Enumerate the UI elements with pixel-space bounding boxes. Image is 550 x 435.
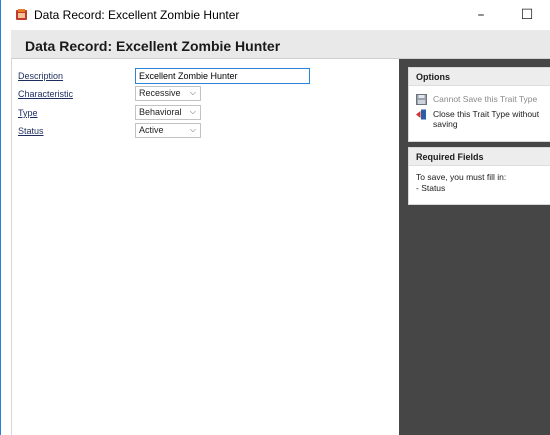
page-header: Data Record: Excellent Zombie Hunter (11, 30, 550, 59)
chevron-down-icon: ⌵ (189, 88, 196, 97)
minimize-button[interactable]: – (458, 0, 504, 30)
save-option-label: Cannot Save this Trait Type (433, 94, 538, 104)
required-fields-card: Required Fields To save, you must fill i… (408, 147, 550, 205)
chevron-down-icon: ⌵ (189, 107, 196, 116)
close-option[interactable]: Close this Trait Type without saving (416, 109, 546, 129)
title-bar[interactable]: Data Record: Excellent Zombie Hunter – ☐… (1, 0, 550, 30)
close-option-label[interactable]: Close this Trait Type without saving (433, 109, 546, 129)
status-value: Active (139, 125, 164, 135)
characteristic-value: Recessive (139, 88, 181, 98)
required-line-2: - Status (416, 183, 446, 193)
type-value: Behavioral (139, 107, 182, 117)
app-icon (16, 9, 27, 20)
save-disk-icon (416, 94, 427, 105)
type-label[interactable]: Type (18, 108, 38, 118)
save-option: Cannot Save this Trait Type (416, 94, 537, 105)
required-fields-text: To save, you must fill in: - Status (416, 172, 506, 194)
page-title: Data Record: Excellent Zombie Hunter (25, 38, 281, 54)
chevron-down-icon: ⌵ (189, 125, 196, 134)
app-window: Data Record: Excellent Zombie Hunter – ☐… (0, 0, 550, 435)
side-panel: Options Cannot Save this Trait Type Clos… (399, 59, 550, 435)
status-select[interactable]: Active ⌵ (135, 123, 201, 138)
left-margin (1, 59, 12, 435)
close-door-icon (416, 109, 426, 120)
required-fields-title: Required Fields (409, 148, 550, 166)
characteristic-label[interactable]: Characteristic (18, 89, 73, 99)
close-window-button[interactable]: ✕ (537, 0, 550, 30)
description-label[interactable]: Description (18, 71, 63, 81)
options-card: Options Cannot Save this Trait Type Clos… (408, 67, 550, 142)
characteristic-select[interactable]: Recessive ⌵ (135, 86, 201, 101)
status-label[interactable]: Status (18, 126, 44, 136)
required-line-1: To save, you must fill in: (416, 172, 507, 182)
type-select[interactable]: Behavioral ⌵ (135, 105, 201, 120)
options-title: Options (409, 68, 550, 86)
description-input[interactable] (135, 68, 310, 84)
window-title: Data Record: Excellent Zombie Hunter (34, 8, 240, 22)
record-form: Description Characteristic Recessive ⌵ T… (12, 59, 399, 435)
